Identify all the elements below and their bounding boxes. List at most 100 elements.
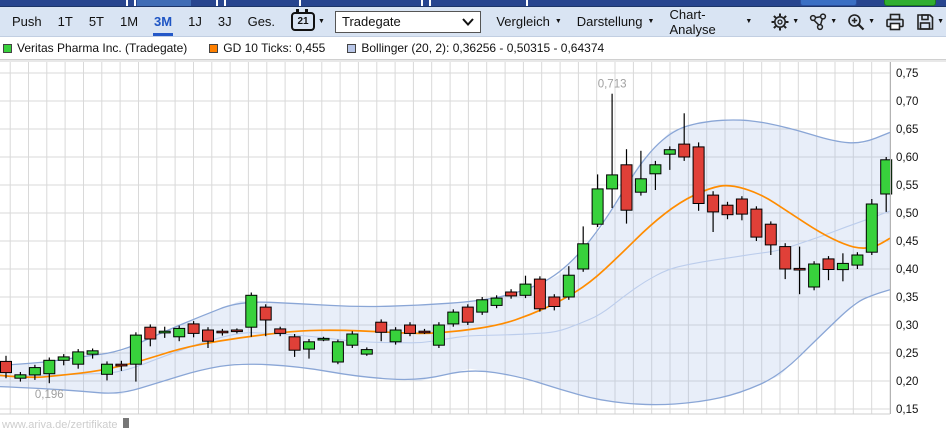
tab-label: Push <box>12 14 42 29</box>
candle <box>260 307 271 320</box>
blue-button-remnant <box>800 0 857 6</box>
chevron-down-icon: ▼ <box>745 18 752 25</box>
candle <box>837 263 848 269</box>
chevron-down-icon: ▼ <box>830 18 837 25</box>
candle <box>231 330 242 332</box>
candle <box>405 325 416 333</box>
svg-text:0,70: 0,70 <box>896 96 918 108</box>
svg-text:0,25: 0,25 <box>896 348 918 360</box>
candle <box>58 357 69 360</box>
candle <box>708 195 719 212</box>
save-icon <box>915 12 935 32</box>
chevron-down-icon: ▼ <box>318 18 325 25</box>
menu-label: Chart-Analyse <box>669 7 740 37</box>
legend-swatch <box>209 44 218 53</box>
gear-button[interactable]: ▼ <box>768 12 801 32</box>
legend-swatch <box>3 44 12 53</box>
chart-widget: Push 1T 5T 1M 3M 1J 3J Ges. 21 ▼ Tradegate Verg… <box>0 0 946 429</box>
svg-text:0,75: 0,75 <box>896 68 918 80</box>
gear-icon <box>770 12 790 32</box>
share-icon <box>808 12 828 32</box>
tab-label: 3J <box>218 14 232 29</box>
candle <box>289 337 300 350</box>
candle <box>347 334 358 345</box>
menu-darstellung[interactable]: Darstellung▼ <box>577 14 655 29</box>
candle <box>520 284 531 295</box>
tab-label: 5T <box>89 14 104 29</box>
candle <box>332 342 343 362</box>
candle <box>361 350 372 355</box>
chart-area: 0,750,700,650,600,550,500,450,400,350,30… <box>0 60 946 429</box>
tab-separator <box>299 0 301 6</box>
svg-text:0,50: 0,50 <box>896 208 918 220</box>
candle <box>722 205 733 215</box>
tab-1j[interactable]: 1J <box>180 7 210 36</box>
candle <box>549 297 560 307</box>
candle <box>448 312 459 324</box>
chart-canvas[interactable]: 0,750,700,650,600,550,500,450,400,350,30… <box>0 60 946 429</box>
chevron-down-icon: ▼ <box>868 18 875 25</box>
chevron-down-icon: ▼ <box>792 18 799 25</box>
candle <box>592 189 603 224</box>
candle <box>318 338 329 340</box>
candle <box>433 325 444 345</box>
printer-button[interactable] <box>882 12 908 32</box>
candle <box>1 361 12 372</box>
save-button[interactable]: ▼ <box>913 12 946 32</box>
candle <box>376 322 387 332</box>
share-button[interactable]: ▼ <box>806 12 839 32</box>
candle <box>751 209 762 237</box>
menu-label: Darstellung <box>577 14 643 29</box>
candle <box>823 259 834 270</box>
calendar-icon: 21 <box>291 12 315 31</box>
candle <box>693 147 704 204</box>
period-tabs: Push 1T 5T 1M 3M 1J 3J Ges. <box>4 7 283 36</box>
tab-push[interactable]: Push <box>4 7 50 36</box>
tab-1m[interactable]: 1M <box>112 7 146 36</box>
candle <box>217 331 228 333</box>
exchange-select[interactable]: Tradegate <box>335 11 481 33</box>
candle <box>563 275 574 297</box>
tab-separator <box>126 0 128 6</box>
candle <box>578 244 589 269</box>
zoom-in-button[interactable]: ▼ <box>844 12 877 32</box>
legend-item: Veritas Pharma Inc. (Tradegate) <box>3 41 187 55</box>
tab-label: 1T <box>58 14 73 29</box>
watermark-glyph <box>123 418 129 428</box>
candle <box>145 327 156 339</box>
candle <box>621 165 632 210</box>
candle <box>246 295 257 327</box>
tab-1t[interactable]: 1T <box>50 7 81 36</box>
candle <box>664 150 675 155</box>
tab-3j[interactable]: 3J <box>210 7 240 36</box>
watermark: www.ariva.de/zertifikate <box>1 419 118 429</box>
svg-text:0,45: 0,45 <box>896 236 918 248</box>
svg-text:0,65: 0,65 <box>896 124 918 136</box>
candle <box>159 331 170 333</box>
svg-text:0,55: 0,55 <box>896 180 918 192</box>
svg-text:0,35: 0,35 <box>896 292 918 304</box>
tab-5t[interactable]: 5T <box>81 7 112 36</box>
menu-chart-analyse[interactable]: Chart-Analyse ▼ <box>669 7 752 37</box>
candle <box>29 368 40 375</box>
calendar-button[interactable]: 21 ▼ <box>291 12 325 31</box>
tab-separator <box>421 0 423 6</box>
zoom-in-icon <box>846 12 866 32</box>
tab-label: 3M <box>154 14 172 29</box>
menu-vergleich[interactable]: Vergleich▼ <box>496 14 561 29</box>
candle <box>102 364 113 374</box>
tab-ges[interactable]: Ges. <box>240 7 283 36</box>
candle <box>679 144 690 157</box>
legend-label: GD 10 Ticks: 0,455 <box>223 41 325 55</box>
candle <box>506 292 517 296</box>
chart-toolbar: Push 1T 5T 1M 3M 1J 3J Ges. 21 ▼ Tradegate Verg… <box>0 7 946 37</box>
legend-swatch <box>347 44 356 53</box>
tab-3m[interactable]: 3M <box>146 7 180 36</box>
svg-text:0,20: 0,20 <box>896 376 918 388</box>
tab-separator <box>216 0 218 6</box>
tab-separator <box>134 0 136 6</box>
candle <box>635 179 646 192</box>
menu-label: Vergleich <box>496 14 549 29</box>
candle <box>809 264 820 287</box>
exchange-select-value: Tradegate <box>342 14 401 29</box>
